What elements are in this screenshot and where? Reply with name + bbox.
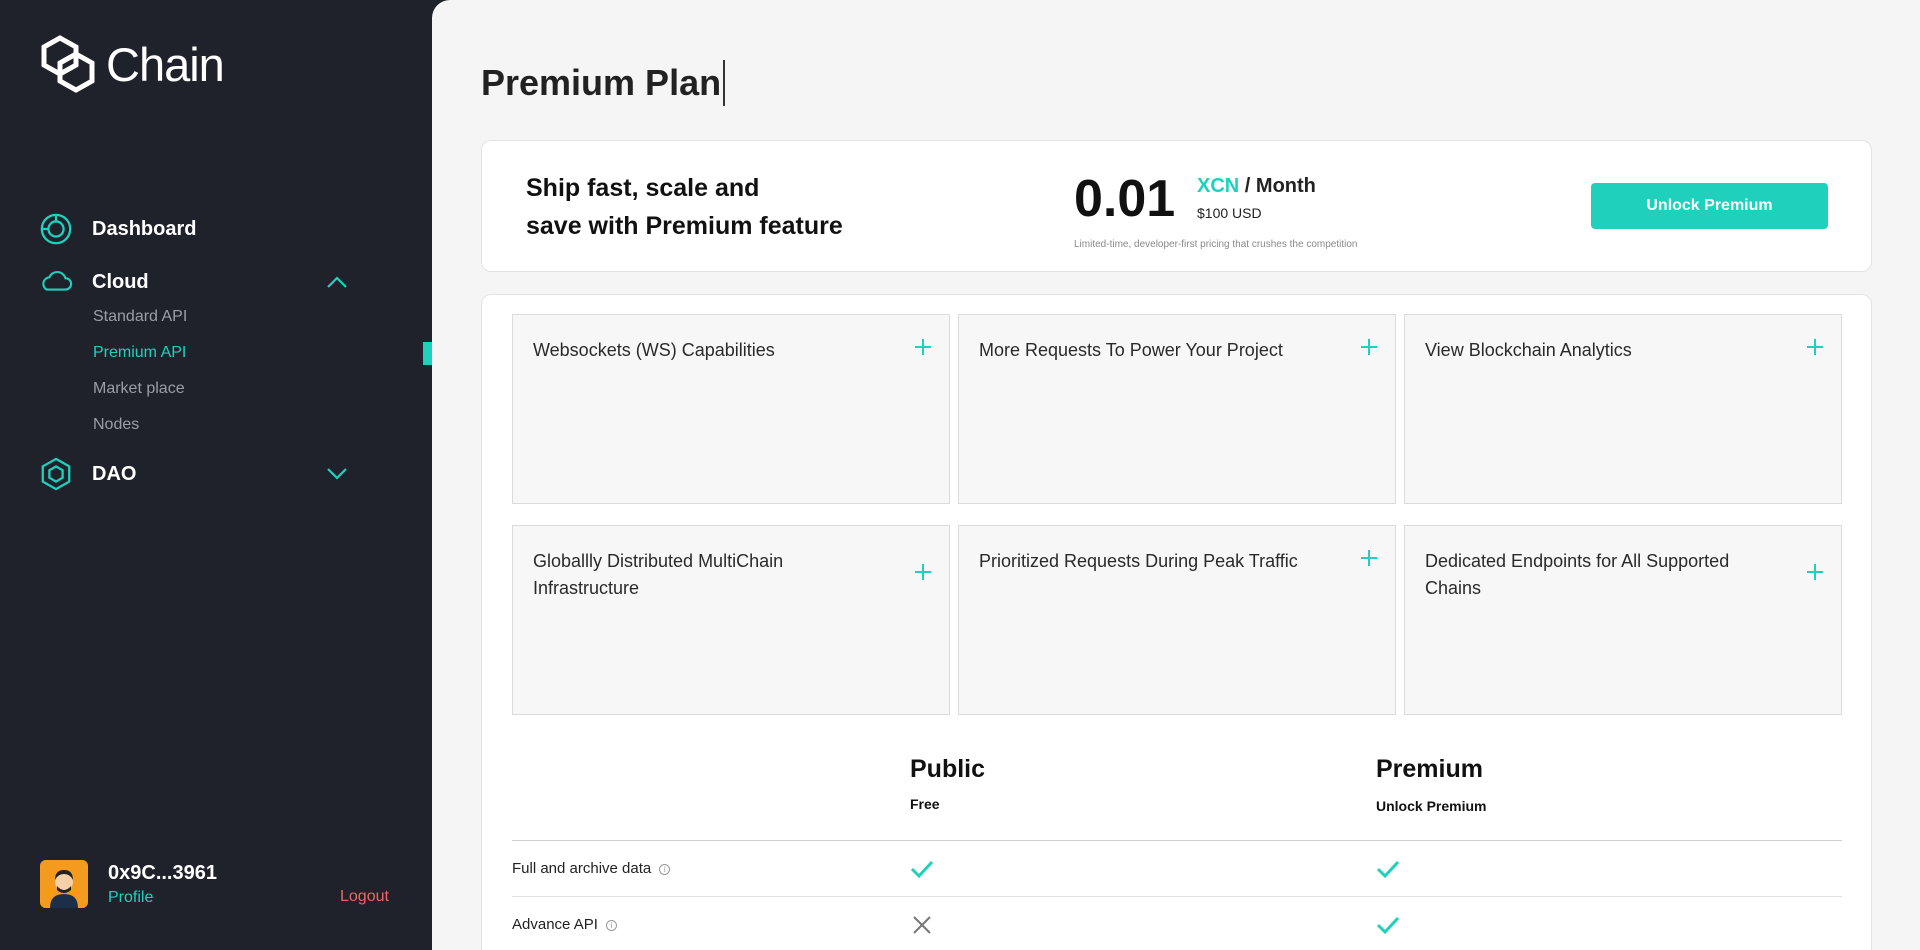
plus-icon[interactable] — [915, 339, 931, 355]
profile-link[interactable]: Profile — [108, 889, 217, 907]
feature-card-multichain[interactable]: Globallly Distributed MultiChain Infrast… — [512, 525, 950, 715]
feature-title: View Blockchain Analytics — [1425, 340, 1632, 360]
logo-text: Chain — [106, 37, 225, 91]
check-icon — [910, 860, 934, 879]
chevron-up-icon[interactable] — [326, 275, 348, 289]
price-note: Limited-time, developer-first pricing th… — [1074, 239, 1358, 250]
premium-promo-card: Ship fast, scale and save with Premium f… — [481, 140, 1872, 272]
plus-icon[interactable] — [1807, 564, 1823, 580]
price-unit: XCN / Month — [1197, 175, 1316, 198]
price-usd: $100 USD — [1197, 205, 1262, 221]
cross-icon — [913, 916, 931, 934]
feature-grid: Websockets (WS) Capabilities More Reques… — [512, 314, 1842, 715]
public-plan-name: Public — [910, 755, 986, 783]
feature-card-prioritized[interactable]: Prioritized Requests During Peak Traffic — [958, 525, 1396, 715]
sidebar-item-nodes[interactable]: Nodes — [93, 416, 139, 434]
premium-plan-header: Premium Unlock Premium — [1376, 755, 1486, 814]
table-row: Full and archive data i — [512, 841, 1842, 897]
features-panel: Websockets (WS) Capabilities More Reques… — [481, 294, 1872, 950]
sidebar: Chain Dashboard Cloud Standard API Premi… — [0, 0, 432, 950]
promo-headline: Ship fast, scale and save with Premium f… — [526, 169, 843, 245]
nav-dashboard[interactable]: Dashboard — [38, 211, 196, 247]
nav-dao-label: DAO — [92, 462, 137, 485]
feature-card-analytics[interactable]: View Blockchain Analytics — [1404, 314, 1842, 504]
promo-headline-line1: Ship fast, scale and — [526, 174, 760, 202]
unlock-premium-button[interactable]: Unlock Premium — [1591, 183, 1828, 229]
feature-card-websockets[interactable]: Websockets (WS) Capabilities — [512, 314, 950, 504]
plus-icon[interactable] — [1361, 339, 1377, 355]
logout-link[interactable]: Logout — [340, 888, 389, 906]
dashboard-icon — [38, 211, 74, 247]
nav-dao[interactable]: DAO — [38, 456, 136, 492]
dao-icon — [38, 456, 74, 492]
feature-title: Prioritized Requests During Peak Traffic — [979, 551, 1298, 571]
feature-title: More Requests To Power Your Project — [979, 340, 1283, 360]
sidebar-item-standard-api[interactable]: Standard API — [93, 308, 187, 326]
user-panel: 0x9C...3961 Profile — [40, 860, 217, 908]
wallet-address: 0x9C...3961 — [108, 861, 217, 884]
premium-plan-name: Premium — [1376, 755, 1483, 783]
premium-plan-price: Unlock Premium — [1376, 798, 1487, 814]
main-content: Premium Plan Ship fast, scale and save w… — [432, 0, 1920, 950]
feature-card-more-requests[interactable]: More Requests To Power Your Project — [958, 314, 1396, 504]
sidebar-item-premium-api[interactable]: Premium API — [93, 344, 186, 362]
plus-icon[interactable] — [1361, 550, 1377, 566]
feature-card-dedicated-endpoints[interactable]: Dedicated Endpoints for All Supported Ch… — [1404, 525, 1842, 715]
feature-title: Globallly Distributed MultiChain Infrast… — [533, 551, 784, 598]
comparison-rows: Full and archive data i Advance API i — [512, 840, 1842, 950]
row-label: Advance API i — [512, 916, 617, 933]
active-item-marker — [423, 342, 432, 365]
nav-dashboard-label: Dashboard — [92, 217, 197, 240]
price-value: 0.01 — [1074, 170, 1176, 228]
check-icon — [1376, 860, 1400, 879]
row-label-text: Advance API — [512, 916, 598, 933]
sidebar-item-market-place[interactable]: Market place — [93, 380, 185, 398]
chain-logo-icon — [41, 35, 95, 93]
nav-cloud-label: Cloud — [92, 270, 149, 293]
logo[interactable]: Chain — [38, 34, 225, 94]
chevron-down-icon[interactable] — [326, 467, 348, 481]
avatar[interactable] — [40, 860, 88, 908]
plus-icon[interactable] — [1807, 339, 1823, 355]
table-row: Advance API i — [512, 897, 1842, 950]
row-label-text: Full and archive data — [512, 860, 652, 877]
promo-headline-line2: save with Premium feature — [526, 212, 843, 240]
feature-title: Dedicated Endpoints for All Supported Ch… — [1425, 551, 1730, 598]
cloud-icon — [38, 264, 74, 300]
info-icon[interactable]: i — [659, 864, 671, 875]
price-period: / Month — [1239, 175, 1316, 197]
info-icon[interactable]: i — [605, 920, 617, 931]
feature-title: Websockets (WS) Capabilities — [533, 340, 775, 360]
plus-icon[interactable] — [915, 564, 931, 580]
public-plan-price: Free — [910, 796, 940, 812]
check-icon — [1376, 916, 1400, 935]
nav-cloud[interactable]: Cloud — [38, 264, 149, 300]
public-plan-header: Public Free — [910, 755, 985, 812]
page-title: Premium Plan — [481, 60, 726, 106]
price-currency: XCN — [1197, 175, 1240, 197]
row-label: Full and archive data i — [512, 860, 671, 877]
